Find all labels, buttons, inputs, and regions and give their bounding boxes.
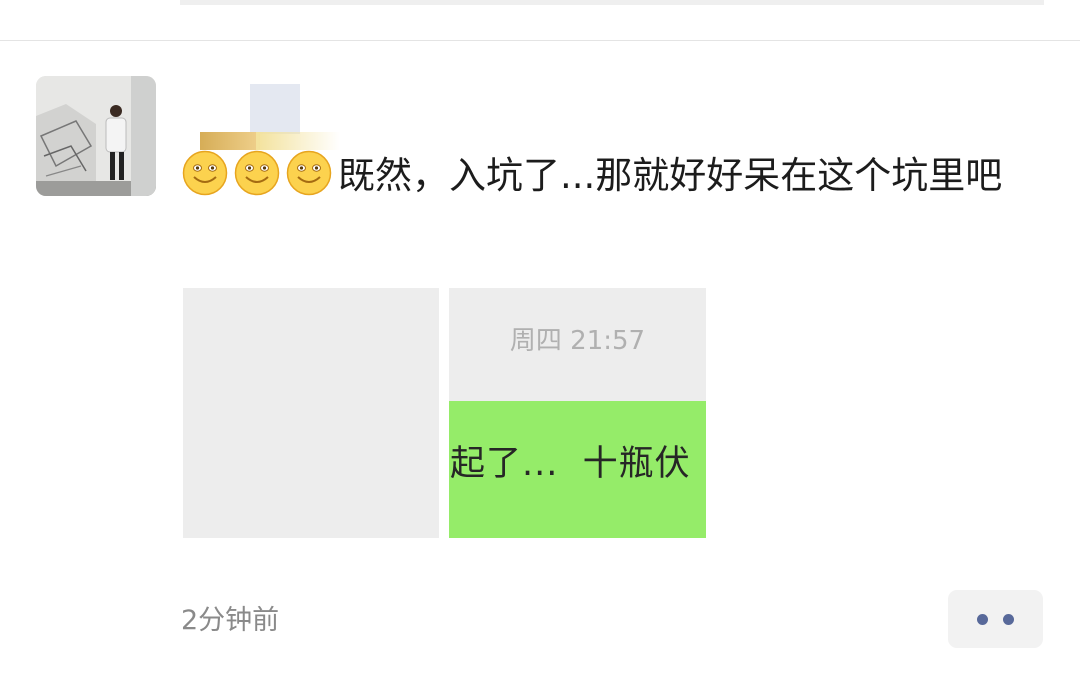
more-dot-icon xyxy=(1003,614,1014,625)
post-text: 既然，入坑了...那就好好呆在这个坑里吧 xyxy=(182,150,1042,210)
feed-divider xyxy=(0,40,1080,41)
smile-emoji-icon xyxy=(234,150,280,210)
post-image-chat-message[interactable]: 周四 21:57 起了... 十瓶伏 xyxy=(449,288,706,538)
username-redacted xyxy=(200,84,340,150)
previous-item-edge xyxy=(180,0,1044,5)
smile-emoji-icon xyxy=(286,150,332,210)
more-dot-icon xyxy=(977,614,988,625)
chat-message-bubble: 起了... 十瓶伏 xyxy=(449,401,706,538)
avatar[interactable] xyxy=(36,76,156,196)
smile-emoji-icon xyxy=(182,150,228,210)
post-image-chat-list[interactable]: 个 机 会 我 得 啫 xyxy=(183,288,439,538)
post-text-content: 既然，入坑了...那就好好呆在这个坑里吧 xyxy=(338,154,1003,197)
post-time: 2分钟前 xyxy=(181,605,280,636)
more-options-button[interactable] xyxy=(948,590,1043,648)
chat-message-text: 起了... 十瓶伏 xyxy=(450,444,691,484)
chat-timestamp: 周四 21:57 xyxy=(509,326,646,356)
